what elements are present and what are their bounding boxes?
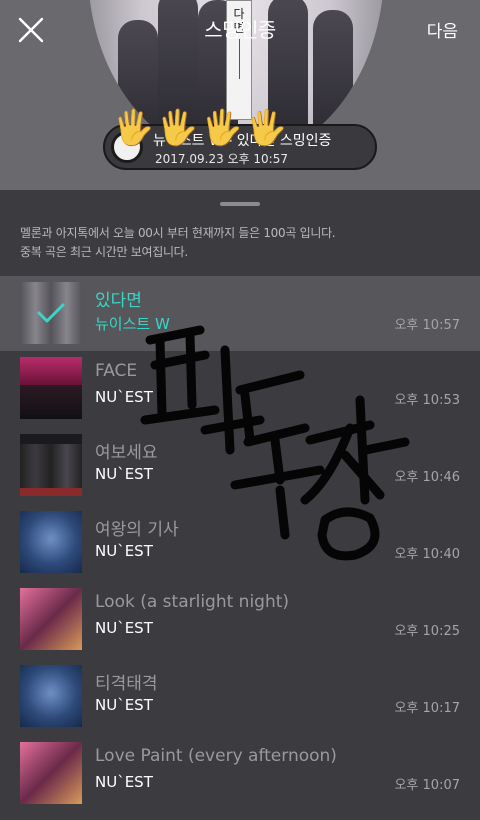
album-art: [20, 511, 82, 573]
album-art: [20, 434, 82, 496]
song-row[interactable]: 티격태격 NU`EST 오후 10:17: [0, 659, 480, 736]
album-art: [20, 665, 82, 727]
played-time: 오후 10:53: [394, 393, 460, 408]
played-time: 오후 10:17: [394, 701, 460, 716]
song-artist: NU`EST: [95, 696, 153, 714]
song-artist: NU`EST: [95, 465, 153, 483]
song-row[interactable]: 있다면 뉴이스트 W 오후 10:57: [0, 276, 480, 351]
notice-line-2: 중복 곡은 최근 시간만 보여집니다.: [20, 245, 188, 259]
raised-hand-icon: 🖐: [156, 108, 199, 148]
song-row[interactable]: Love Paint (every afternoon) NU`EST 오후 1…: [0, 736, 480, 813]
album-art: [20, 357, 82, 419]
played-time: 오후 10:46: [394, 470, 460, 485]
song-artist: 뉴이스트 W: [95, 315, 170, 333]
song-row[interactable]: Look (a starlight night) NU`EST 오후 10:25: [0, 582, 480, 659]
song-title: Love Paint (every afternoon): [95, 746, 337, 766]
song-title: FACE: [95, 361, 138, 381]
certificate-timestamp: 2017.09.23 오후 10:57: [155, 152, 288, 166]
sheet-grabber[interactable]: [220, 202, 260, 206]
song-artist: NU`EST: [95, 542, 153, 560]
notice-line-1: 멜론과 아지톡에서 오늘 00시 부터 현재까지 들은 100곡 입니다.: [20, 226, 336, 240]
header: 다 면 스밍인증 다음 뉴이스트 W - 있다면 스밍인증 2017.09.23…: [0, 0, 480, 190]
raised-hand-icon: 🖐: [245, 108, 288, 148]
played-time: 오후 10:07: [394, 778, 460, 793]
song-row[interactable]: 여보세요 NU`EST 오후 10:46: [0, 428, 480, 505]
raised-hand-icon: 🖐: [112, 108, 155, 148]
raised-hands-overlay: 🖐 🖐 🖐 🖐: [112, 108, 287, 148]
song-title: 티격태격: [95, 674, 158, 694]
song-title: 여보세요: [95, 443, 158, 463]
album-art: [20, 742, 82, 804]
played-time: 오후 10:40: [394, 547, 460, 562]
played-time: 오후 10:57: [394, 318, 460, 333]
played-time: 오후 10:25: [394, 624, 460, 639]
notice-text: 멜론과 아지톡에서 오늘 00시 부터 현재까지 들은 100곡 입니다. 중복…: [20, 224, 336, 262]
song-title: 여왕의 기사: [95, 520, 179, 540]
check-icon: [20, 282, 82, 344]
song-title: Look (a starlight night): [95, 592, 290, 612]
song-title: 있다면: [95, 291, 142, 311]
song-list-sheet: 멜론과 아지톡에서 오늘 00시 부터 현재까지 들은 100곡 입니다. 중복…: [0, 190, 480, 820]
song-row[interactable]: FACE NU`EST 오후 10:53: [0, 351, 480, 428]
song-artist: NU`EST: [95, 619, 153, 637]
album-art: [20, 588, 82, 650]
raised-hand-icon: 🖐: [200, 108, 244, 148]
song-row[interactable]: 여왕의 기사 NU`EST 오후 10:40: [0, 505, 480, 582]
page-title: 스밍인증: [204, 20, 276, 42]
song-artist: NU`EST: [95, 388, 153, 406]
song-artist: NU`EST: [95, 773, 153, 791]
next-button[interactable]: 다음: [427, 17, 458, 42]
song-list: 있다면 뉴이스트 W 오후 10:57 FACE NU`EST 오후 10:53…: [0, 276, 480, 813]
